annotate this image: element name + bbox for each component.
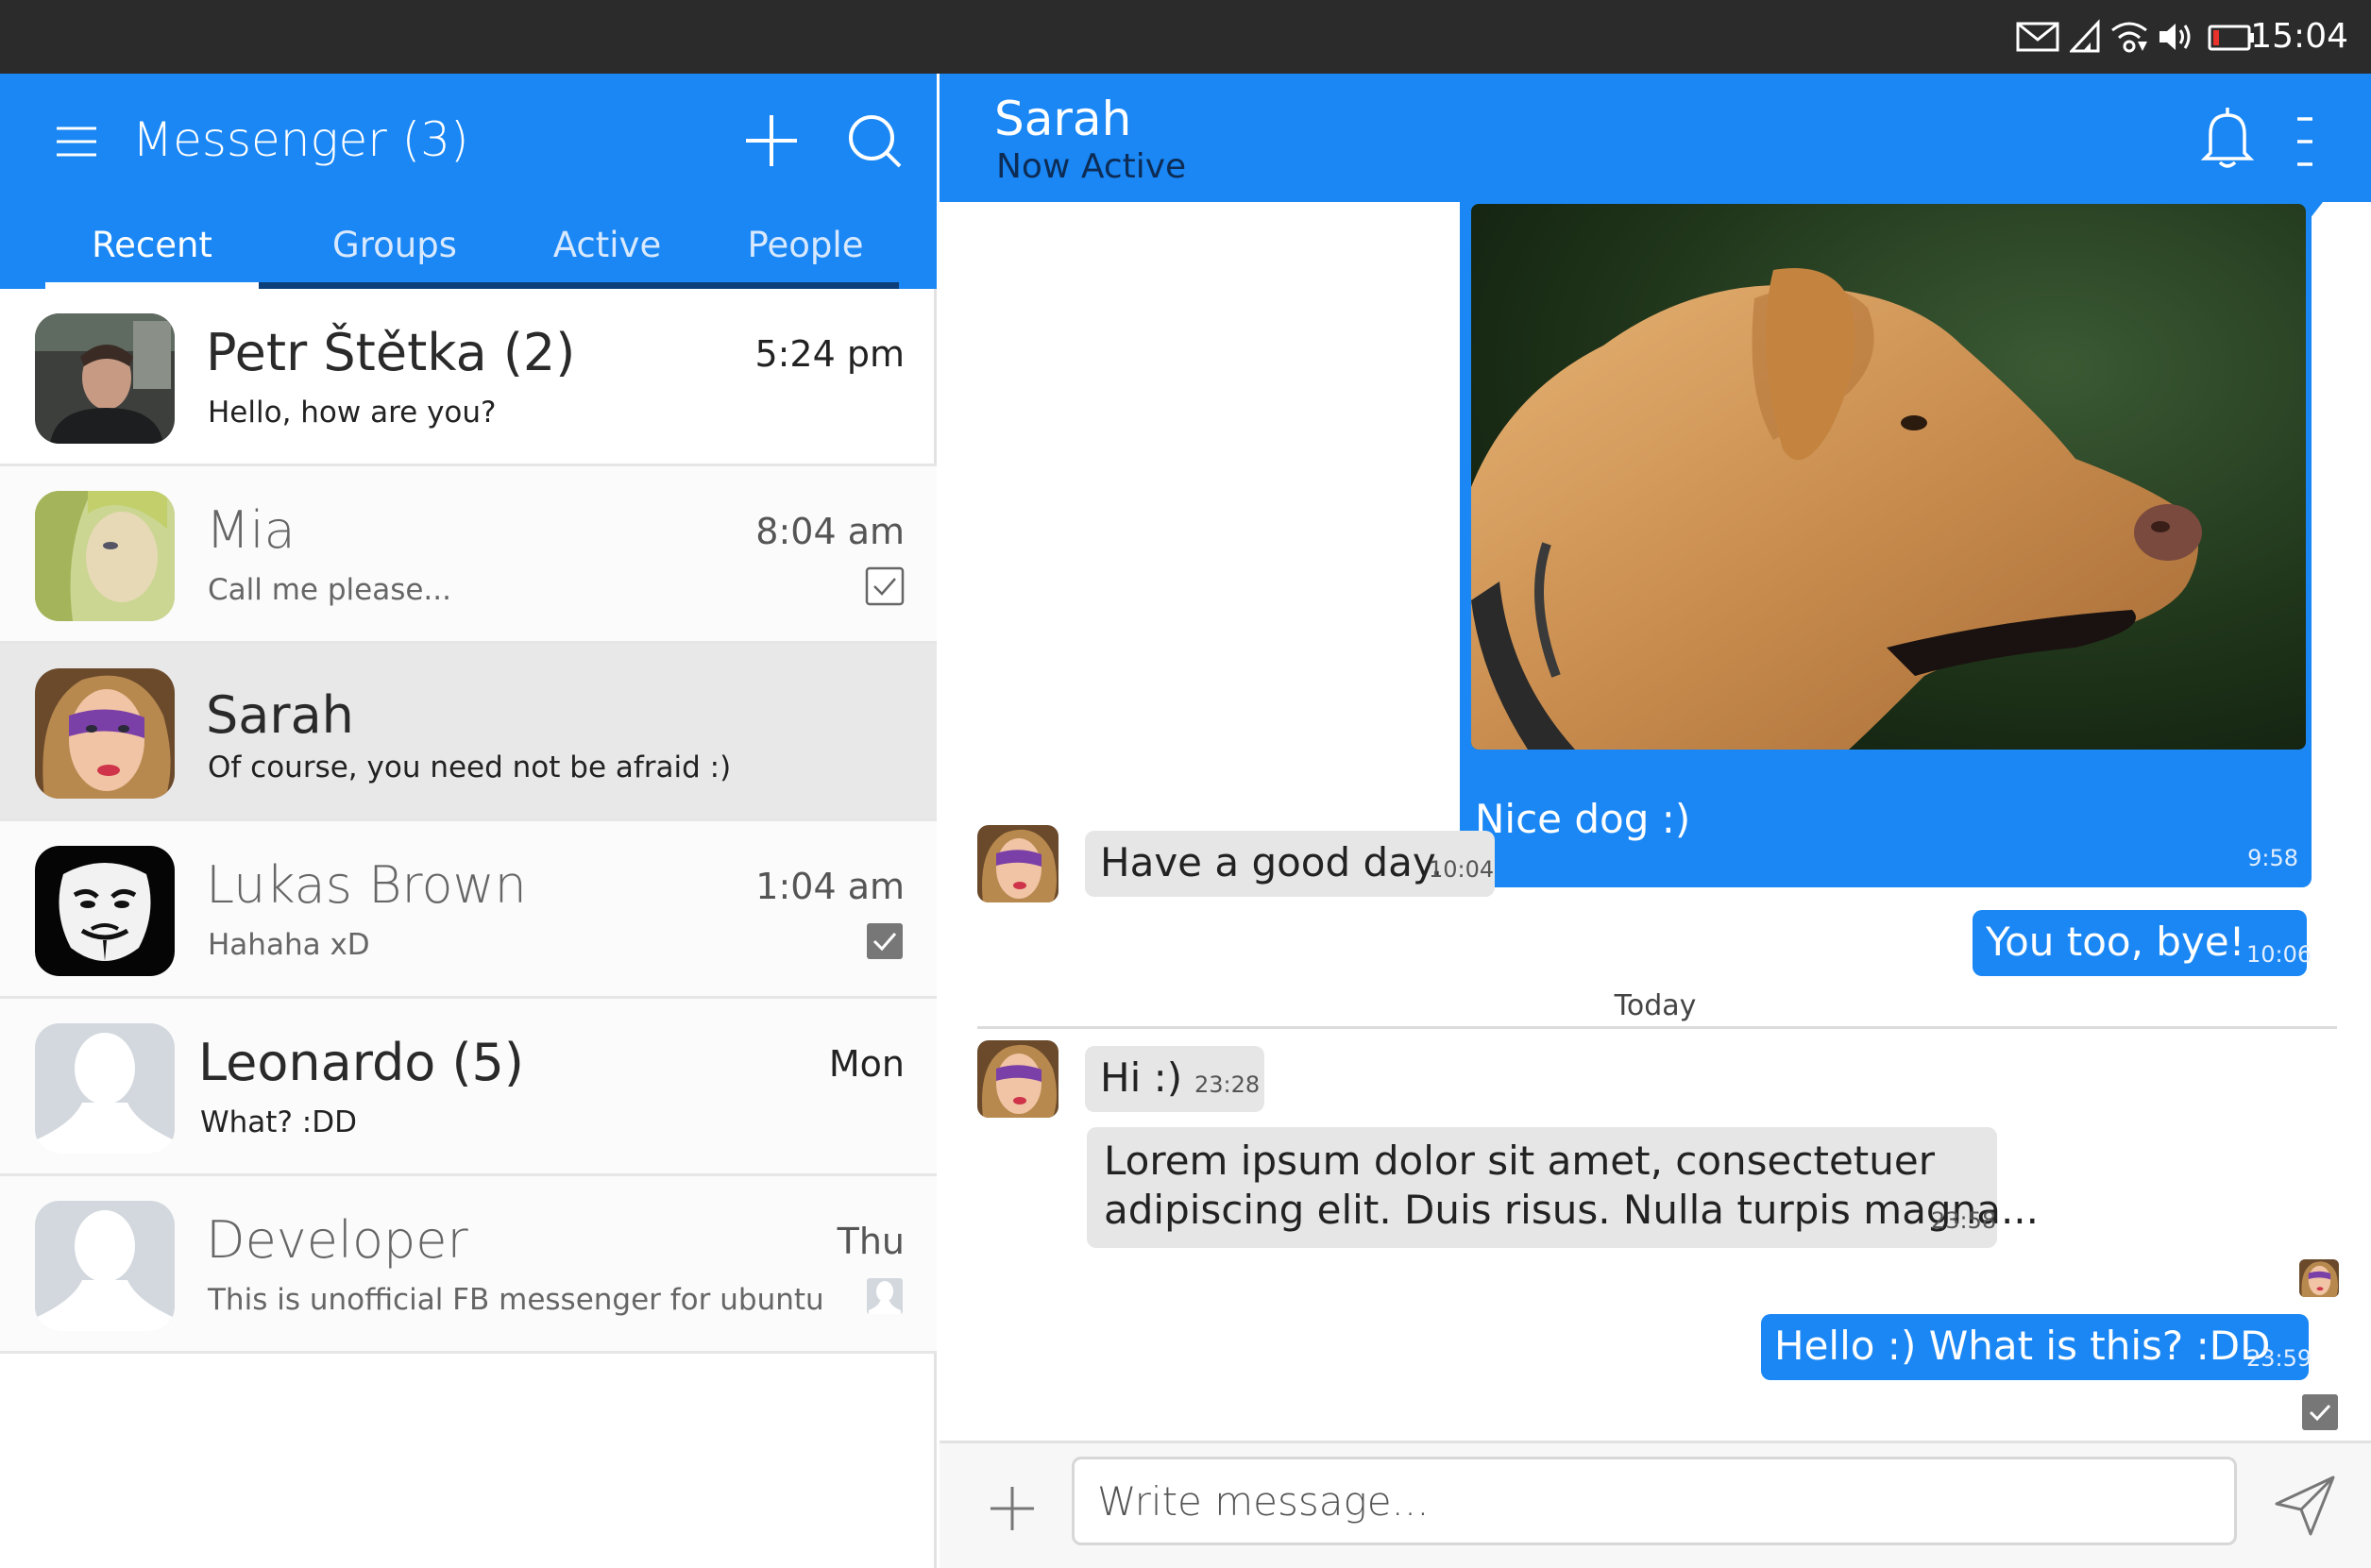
- conversation-name: Developer: [206, 1210, 468, 1270]
- avatar-placeholder: [35, 1023, 175, 1154]
- wifi-icon: [2111, 22, 2147, 53]
- read-check-icon: [867, 923, 903, 959]
- chat-header: Sarah Now Active: [940, 74, 2371, 202]
- app-header: Messenger (3) Recent Groups Active Peopl…: [0, 74, 937, 289]
- message-text: You too, bye!: [1986, 919, 2245, 965]
- message-time: 9:58: [2247, 845, 2298, 871]
- conversation-snippet: Hahaha xD: [208, 928, 370, 962]
- chat-pane: Sarah Now Active Nice dog:) 9:58 Have a…: [940, 74, 2371, 1568]
- conversation-time: 8:04 am: [755, 511, 905, 552]
- hamburger-menu-icon[interactable]: [55, 119, 98, 166]
- message-time: 23:28: [1194, 1071, 1261, 1098]
- message-text-line: adipiscing elit. Duis risus. Nulla turpi…: [1104, 1187, 2039, 1233]
- seen-by-avatar: [2299, 1259, 2339, 1297]
- conversation-name: Leonardo (5): [198, 1033, 524, 1092]
- battery-icon: [2208, 25, 2254, 51]
- conversation-snippet: What? :DD: [200, 1105, 357, 1139]
- conversation-snippet: Of course, you need not be afraid :): [208, 750, 732, 784]
- tab-people[interactable]: People: [699, 215, 912, 289]
- attach-plus-icon[interactable]: [989, 1485, 1036, 1532]
- message-text: Hi :): [1100, 1054, 1183, 1101]
- message-bubble-outgoing[interactable]: Nice dog :) 9:58: [1460, 202, 2312, 887]
- send-icon[interactable]: [2273, 1474, 2337, 1538]
- tab-groups[interactable]: Groups: [288, 215, 501, 289]
- message-time: 23:59: [2246, 1345, 2312, 1372]
- message-time: 23:58: [1931, 1207, 1997, 1234]
- conversation-snippet: Call me please...: [208, 573, 451, 607]
- avatar: [35, 491, 175, 621]
- message-time: 10:06: [2246, 941, 2312, 968]
- seen-avatar-icon: [867, 1278, 903, 1314]
- status-bar: 15:04: [0, 0, 2371, 74]
- mail-icon: [2016, 22, 2059, 52]
- conversation-snippet: Hello, how are you?: [208, 396, 497, 430]
- app-title: Messenger (3): [132, 112, 469, 167]
- sender-avatar[interactable]: [977, 825, 1058, 902]
- volume-icon: [2159, 24, 2191, 50]
- conversation-time: 5:24 pm: [754, 333, 905, 375]
- bell-icon[interactable]: [2201, 106, 2254, 172]
- bubble-tail: [2310, 202, 2323, 219]
- dog-photo[interactable]: [1471, 204, 2306, 750]
- message-composer: [940, 1441, 2371, 1568]
- conversation-list-pane: Messenger (3) Recent Groups Active Peopl…: [0, 74, 937, 1568]
- more-options-icon[interactable]: [2292, 113, 2318, 170]
- contact-status: Now Active: [996, 147, 1187, 186]
- day-separator-line: [977, 1026, 2337, 1029]
- message-bubble-outgoing[interactable]: Hello :) What is this? :DD 23:59: [1761, 1314, 2312, 1380]
- conversation-item-leonardo[interactable]: Leonardo (5) What? :DD Mon: [0, 999, 937, 1176]
- conversation-item-mia[interactable]: Mia Call me please... 8:04 am: [0, 466, 937, 644]
- sender-avatar[interactable]: [977, 1040, 1058, 1118]
- message-text: Hello :) What is this? :DD: [1774, 1323, 2271, 1369]
- message-bubble-incoming[interactable]: Have a good day. 10:04: [1085, 831, 1495, 897]
- conversation-name: Petr Štětka (2): [206, 323, 576, 382]
- read-check-icon: [2302, 1394, 2338, 1430]
- add-icon[interactable]: [742, 111, 801, 170]
- message-text-line: Lorem ipsum dolor sit amet, consectetuer: [1104, 1138, 1935, 1184]
- tab-recent[interactable]: Recent: [45, 215, 259, 289]
- conversation-item-developer[interactable]: Developer This is unofficial FB messenge…: [0, 1176, 937, 1354]
- conversation-item-lukas[interactable]: Lukas Brown Hahaha xD 1:04 am: [0, 821, 937, 999]
- conversation-time: Mon: [828, 1043, 905, 1085]
- message-text: Nice dog :): [1475, 796, 1691, 842]
- signal-icon: [2070, 19, 2100, 53]
- sent-check-icon: [865, 566, 905, 606]
- message-bubble-incoming[interactable]: Hi :) 23:28: [1085, 1046, 1264, 1112]
- message-input[interactable]: [1072, 1457, 2237, 1545]
- tab-active[interactable]: Active: [500, 215, 714, 289]
- conversation-name: Mia: [206, 500, 296, 560]
- avatar: [35, 313, 175, 444]
- search-icon[interactable]: [845, 111, 904, 170]
- contact-name[interactable]: Sarah: [994, 89, 1131, 149]
- conversation-item-petr[interactable]: Petr Štětka (2) Hello, how are you? 5:24…: [0, 289, 937, 466]
- conversation-name: Lukas Brown: [206, 855, 527, 915]
- message-time: 10:04: [1429, 856, 1495, 883]
- message-text: Have a good day.: [1100, 839, 1444, 885]
- conversation-item-sarah[interactable]: Sarah Of course, you need not be afraid …: [0, 644, 937, 821]
- clock: 15:04: [2250, 17, 2348, 56]
- avatar: [35, 668, 175, 799]
- conversation-snippet: This is unofficial FB messenger for ubun…: [208, 1283, 824, 1317]
- conversation-name: Sarah: [206, 685, 354, 745]
- message-bubble-incoming[interactable]: Lorem ipsum dolor sit amet, consectetuer…: [1087, 1127, 2039, 1248]
- avatar-placeholder: [35, 1201, 175, 1331]
- conversation-time: 1:04 am: [755, 866, 905, 907]
- conversation-time: Thu: [837, 1221, 905, 1262]
- message-bubble-outgoing[interactable]: You too, bye! 10:06: [1973, 910, 2312, 976]
- day-separator-label: Today: [1614, 989, 1697, 1022]
- active-tab-indicator: [45, 282, 259, 289]
- avatar: [35, 846, 175, 976]
